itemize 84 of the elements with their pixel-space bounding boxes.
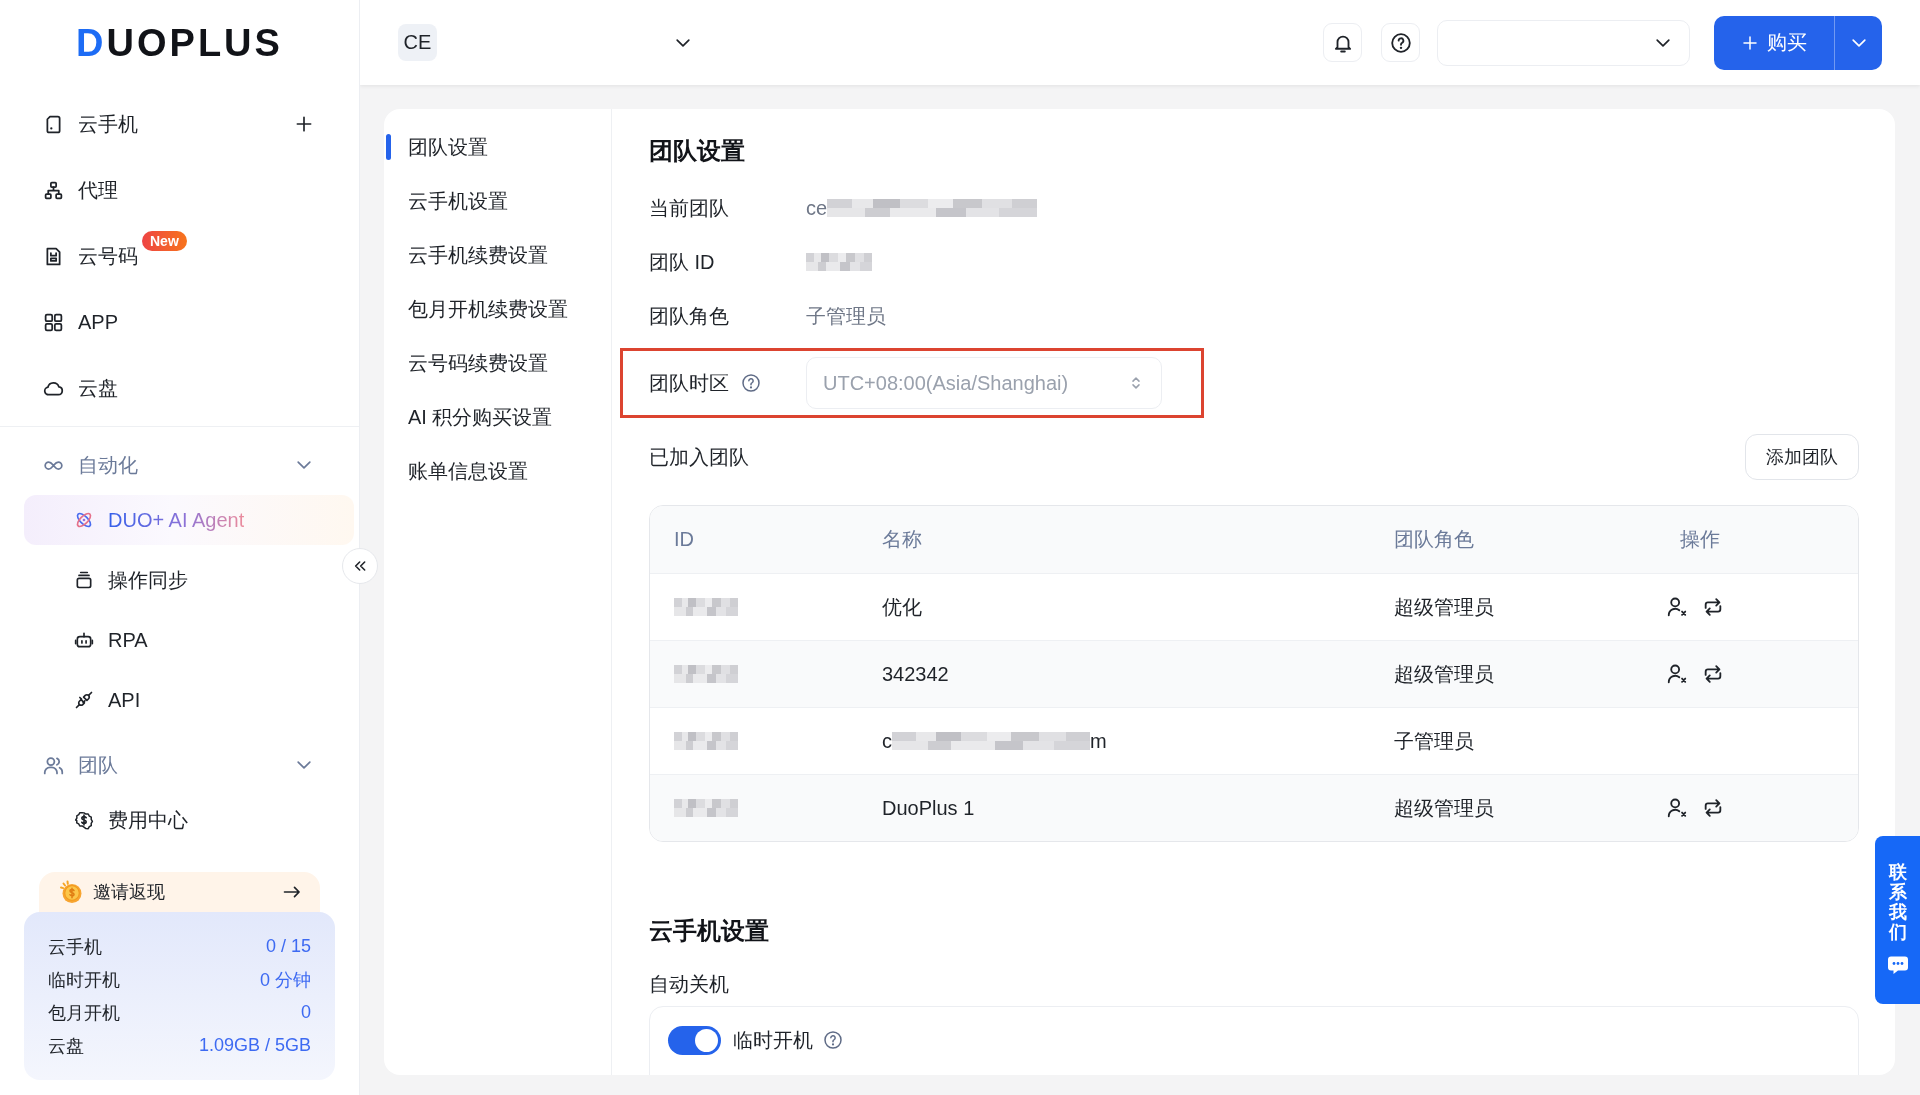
repeat-arrows-icon[interactable] [1702, 596, 1724, 618]
settings-nav-item[interactable]: 云手机设置 [384, 174, 611, 228]
repeat-arrows-icon[interactable] [1702, 663, 1724, 685]
collapse-button[interactable] [342, 548, 378, 584]
users-icon [43, 754, 64, 776]
usage-value: 0 分钟 [260, 968, 311, 992]
settings-nav-item[interactable]: 云号码续费设置 [384, 336, 611, 390]
toggle-switch[interactable] [668, 1026, 721, 1055]
usage-value: 0 / 15 [265, 936, 311, 957]
section-title: 团队设置 [649, 136, 746, 166]
sidebar-item[interactable]: 云手机 [43, 110, 138, 138]
sidebar-item[interactable]: 云号码 [43, 242, 138, 270]
settings-nav-item[interactable]: AI 积分购买设置 [384, 390, 611, 444]
column-header: 名称 [881, 527, 923, 552]
contact-us-tab[interactable]: 联系我们 [1875, 836, 1920, 1004]
user-x-icon[interactable] [1666, 663, 1688, 685]
repeat-arrows-icon[interactable] [1702, 797, 1724, 819]
help-icon[interactable] [823, 1030, 843, 1050]
column-header: 团队角色 [1393, 527, 1475, 552]
section-label: 自动关机 [649, 972, 730, 996]
settings-nav-item[interactable]: 包月开机续费设置 [384, 282, 611, 336]
field-value: ce [806, 196, 828, 220]
table-cell-text: DuoPlus 1 [881, 796, 976, 820]
field-label: 团队 ID [649, 249, 715, 275]
usage-label: 包月开机 [48, 1001, 120, 1025]
field-label: 当前团队 [649, 195, 729, 221]
table-cell-text: 超级管理员 [1393, 795, 1495, 821]
help-icon[interactable] [741, 373, 761, 393]
sidebar-item[interactable]: RPA [74, 628, 148, 652]
sidebar-item[interactable]: 操作同步 [74, 566, 188, 594]
table-cell-text: 342342 [881, 662, 950, 686]
sidebar-item[interactable]: APP [43, 310, 119, 334]
stack-icon [74, 570, 94, 590]
table-cell-text: 优化 [881, 594, 923, 620]
toggle-label: 临时开机 [733, 1028, 813, 1053]
plug-icon [74, 690, 94, 710]
sidebar-group[interactable]: 自动化 [43, 451, 138, 479]
logo: DUOPLUS [76, 24, 283, 62]
table-cell-text: 子管理员 [1393, 728, 1475, 754]
user-x-icon[interactable] [1666, 797, 1688, 819]
table-cell-text: c [882, 729, 892, 753]
table-cell-text: m [1090, 729, 1107, 753]
field-value: 子管理员 [806, 303, 886, 329]
section-title: 云手机设置 [649, 916, 770, 946]
robot-icon [74, 630, 94, 650]
plus-icon[interactable] [294, 114, 314, 134]
user-x-icon[interactable] [1666, 596, 1688, 618]
usage-label: 云手机 [48, 935, 102, 959]
section-label: 已加入团队 [649, 444, 749, 470]
settings-nav-item[interactable]: 账单信息设置 [384, 444, 611, 498]
grid-icon [43, 311, 64, 333]
field-label: 团队时区 [649, 370, 729, 396]
dollar-badge-icon [74, 810, 94, 830]
notifications-button[interactable] [1323, 23, 1362, 62]
settings-nav-item[interactable]: 云手机续费设置 [384, 228, 611, 282]
invite-banner[interactable]: 邀请返现 [39, 872, 320, 912]
sidebar-item[interactable]: 费用中心 [74, 806, 188, 834]
add-team-button[interactable]: 添加团队 [1745, 434, 1859, 480]
usage-value: 1.09GB / 5GB [198, 1035, 311, 1056]
usage-label: 临时开机 [48, 968, 120, 992]
column-header: ID [673, 528, 695, 551]
settings-nav-item[interactable]: 团队设置 [384, 120, 611, 174]
coin-icon [59, 880, 83, 904]
team-badge[interactable]: CE [398, 24, 437, 61]
sidebar-item[interactable]: API [74, 688, 141, 712]
table-cell-text: 超级管理员 [1393, 661, 1495, 687]
usage-label: 云盘 [48, 1034, 84, 1058]
buy-button[interactable]: 购买 [1714, 15, 1834, 70]
column-header: 操作 [1679, 527, 1721, 552]
atom-icon [74, 510, 94, 530]
help-button[interactable] [1381, 23, 1420, 62]
plus-icon [1741, 33, 1759, 52]
new-badge: New [142, 231, 187, 251]
field-label: 团队角色 [649, 303, 729, 329]
help-icon [1389, 31, 1412, 54]
sidebar-item[interactable]: 代理 [43, 176, 118, 204]
double-chevron-left-icon [352, 558, 368, 574]
buy-options-button[interactable] [1834, 15, 1882, 70]
network-icon [43, 179, 64, 201]
sidebar-item[interactable]: 云盘 [43, 374, 118, 402]
table-cell-text: 超级管理员 [1393, 594, 1495, 620]
dropdown-field[interactable] [1437, 19, 1690, 66]
usage-value: 0 [301, 1002, 311, 1023]
sidebar-group[interactable]: 团队 [43, 751, 118, 779]
